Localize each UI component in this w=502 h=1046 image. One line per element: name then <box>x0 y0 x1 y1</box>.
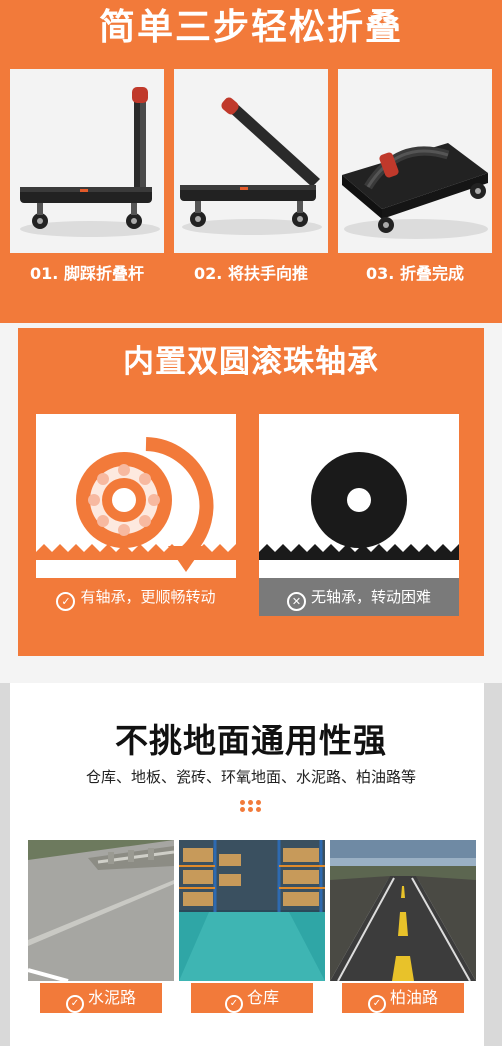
bearing-card-without: ✕ 无轴承，转动困难 <box>259 414 459 616</box>
check-circle-icon: ✓ <box>56 592 76 611</box>
check-circle-icon: ✓ <box>65 995 84 1013</box>
step-2-label: 02. 将扶手向推 <box>194 264 308 283</box>
step-3-image <box>338 69 492 253</box>
section-title: 简单三步轻松折叠 <box>98 7 403 48</box>
bearing-illustration <box>36 414 236 578</box>
section-title: 不挑地面通用性强 <box>115 721 387 760</box>
step-3-label: 03. 折叠完成 <box>366 264 464 283</box>
section-title: 内置双圆滚珠轴承 <box>123 344 379 380</box>
bearing-label-without: ✕ 无轴承，转动困难 <box>259 578 459 616</box>
bearing-card-with: ✓ 有轴承，更顺畅转动 <box>36 414 236 616</box>
asphalt-road-image <box>330 840 476 981</box>
decorative-dots <box>238 799 264 813</box>
x-circle-icon: ✕ <box>286 592 306 611</box>
step-2-image <box>174 69 328 253</box>
folding-steps-section: 简单三步轻松折叠 01. 脚踩折叠杆 02. 将扶手向推 03. 折叠完成 <box>0 0 502 323</box>
no-bearing-illustration <box>259 414 459 578</box>
ground-label-asphalt: ✓ 柏油路 <box>342 983 464 1013</box>
step-1-label: 01. 脚踩折叠杆 <box>30 264 144 283</box>
ground-label-concrete: ✓ 水泥路 <box>40 983 162 1013</box>
bearing-label-with: ✓ 有轴承，更顺畅转动 <box>36 578 236 616</box>
step-1-image <box>10 69 164 253</box>
ground-label-warehouse: ✓ 仓库 <box>191 983 313 1013</box>
check-circle-icon: ✓ <box>367 995 386 1013</box>
check-circle-icon: ✓ <box>224 995 243 1013</box>
bearing-section: 内置双圆滚珠轴承 ✓ 有轴承，更顺畅转动 ✕ 无轴承，转动困难 <box>18 328 484 656</box>
warehouse-floor-image <box>179 840 325 981</box>
concrete-road-image <box>28 840 174 981</box>
section-subtitle: 仓库、地板、瓷砖、环氧地面、水泥路、柏油路等 <box>85 768 416 786</box>
